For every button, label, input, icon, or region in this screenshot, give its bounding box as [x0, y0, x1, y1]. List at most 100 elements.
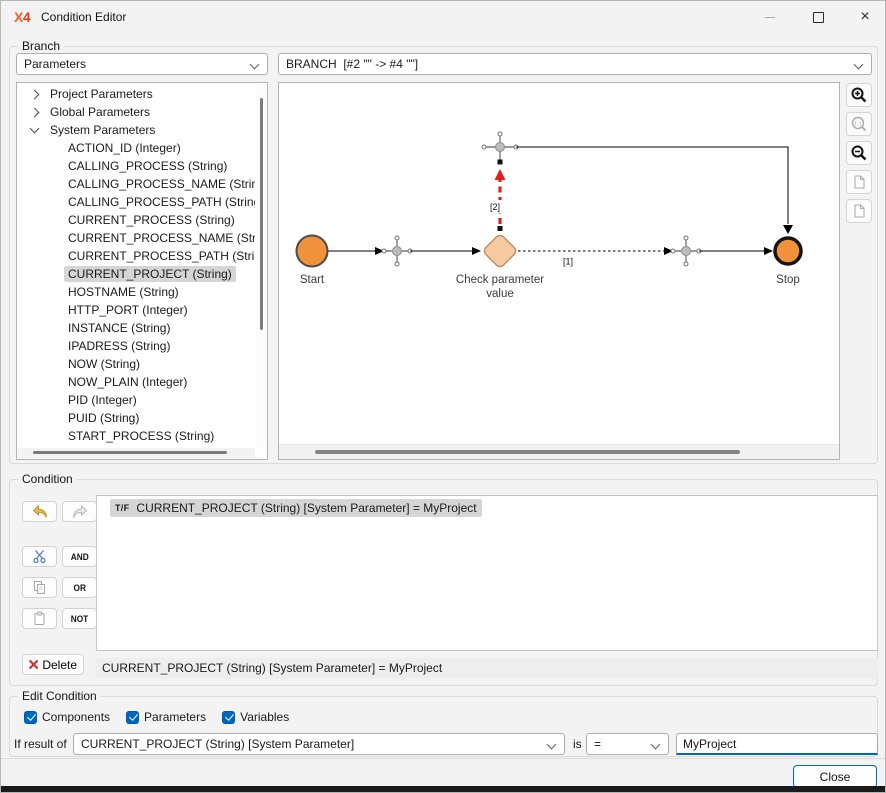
scissors-icon — [32, 549, 47, 564]
tree-item[interactable]: NOW (String) — [19, 355, 255, 373]
tree-item[interactable]: START_PROCESS (String) — [19, 427, 255, 445]
tree-item-label: NOW_PLAIN (Integer) — [64, 374, 191, 390]
edge-handle[interactable] — [498, 226, 503, 231]
chevron-right-icon[interactable] — [30, 89, 40, 99]
tree-item[interactable]: Project Parameters — [19, 85, 255, 103]
tree-item-label: IPADRESS (String) — [64, 338, 174, 354]
magnifier-one-to-one-icon: 1:1 — [850, 115, 868, 133]
start-node[interactable] — [297, 236, 328, 267]
parameter-category-value: Parameters — [24, 57, 86, 71]
and-operator-button[interactable]: AND — [62, 546, 97, 567]
tree-item[interactable]: CURRENT_PROCESS_NAME (String) — [19, 229, 255, 247]
scrollbar-thumb[interactable] — [260, 98, 263, 330]
tree-item[interactable]: CALLING_PROCESS (String) — [19, 157, 255, 175]
components-checkbox[interactable] — [24, 711, 37, 724]
maximize-icon — [813, 12, 824, 23]
tree-item[interactable]: CURRENT_PROCESS (String) — [19, 211, 255, 229]
not-operator-button[interactable]: NOT — [62, 608, 97, 629]
window-bottom-edge — [1, 786, 886, 792]
scrollbar-thumb[interactable] — [33, 451, 227, 454]
edge-handle[interactable] — [498, 160, 503, 165]
decision-node-label-line1: Check parameter — [456, 274, 544, 286]
magnifier-plus-icon — [850, 86, 868, 104]
tree-item[interactable]: ACTION_ID (Integer) — [19, 139, 255, 157]
tree-horizontal-scrollbar[interactable] — [18, 448, 255, 458]
cut-button[interactable] — [22, 546, 57, 567]
condition-text: CURRENT_PROJECT (String) [System Paramet… — [136, 501, 476, 515]
x4-logo-icon: X4 — [14, 9, 30, 25]
condition-row[interactable]: T/FCURRENT_PROJECT (String) [System Para… — [110, 499, 482, 517]
condition-group-label: Condition — [18, 472, 77, 486]
tree-item[interactable]: CALLING_PROCESS_PATH (String) — [19, 193, 255, 211]
variables-checkbox[interactable] — [222, 711, 235, 724]
condition-editor-window: X4 Condition Editor × Branch Parameters … — [0, 0, 886, 793]
variables-checkbox-label: Variables — [240, 710, 289, 724]
tree-item[interactable]: PID (Integer) — [19, 391, 255, 409]
branch-dropdown[interactable]: BRANCH [#2 "" -> #4 ""] — [278, 53, 872, 75]
footer-divider — [1, 758, 886, 759]
comparison-value-input[interactable] — [676, 733, 878, 755]
tree-item[interactable]: System Parameters — [19, 121, 255, 139]
edge-label-1: [1] — [563, 257, 573, 267]
paste-button[interactable] — [22, 608, 57, 629]
tree-item-label: HOSTNAME (String) — [64, 284, 183, 300]
canvas-horizontal-scrollbar[interactable] — [279, 444, 839, 459]
tree-item[interactable]: CURRENT_PROJECT (String) — [19, 265, 255, 283]
tree-item-label: START_PROCESS (String) — [64, 428, 218, 444]
parameters-checkbox[interactable] — [126, 711, 139, 724]
condition-parameter-dropdown[interactable]: CURRENT_PROJECT (String) [System Paramet… — [73, 733, 565, 755]
red-x-icon — [29, 659, 38, 670]
variables-checkbox-group[interactable]: Variables — [222, 710, 289, 724]
parameter-category-dropdown[interactable]: Parameters — [16, 53, 268, 75]
close-dialog-button[interactable]: Close — [793, 765, 877, 788]
tree-item[interactable]: INSTANCE (String) — [19, 319, 255, 337]
is-label: is — [573, 733, 582, 755]
tree-item-label: System Parameters — [46, 122, 159, 138]
delete-condition-button[interactable]: Delete — [22, 654, 84, 675]
chevron-right-icon[interactable] — [30, 107, 40, 117]
minimize-button[interactable] — [756, 7, 784, 27]
process-diagram: [1] — [279, 83, 839, 445]
operator-dropdown[interactable]: = — [586, 733, 669, 755]
tree-item[interactable]: PUID (String) — [19, 409, 255, 427]
redo-arrow-icon — [72, 505, 88, 519]
stop-node-label: Stop — [776, 274, 800, 286]
zoom-actual-size-button[interactable]: 1:1 — [846, 112, 872, 136]
tree-item[interactable]: HTTP_PORT (Integer) — [19, 301, 255, 319]
scrollbar-thumb[interactable] — [315, 450, 740, 454]
or-operator-button[interactable]: OR — [62, 577, 97, 598]
chevron-down-icon — [651, 740, 661, 750]
tree-item-label: CURRENT_PROCESS_NAME (String) — [64, 230, 255, 246]
parameter-tree: Project ParametersGlobal ParametersSyste… — [16, 82, 268, 460]
start-node-label: Start — [300, 274, 325, 286]
magnifier-minus-icon — [850, 144, 868, 162]
fit-page-button[interactable] — [846, 170, 872, 194]
zoom-out-button[interactable] — [846, 141, 872, 165]
close-icon: × — [860, 9, 869, 25]
chevron-down-icon[interactable] — [30, 124, 40, 134]
chevron-down-icon — [250, 60, 260, 70]
tree-item[interactable]: Global Parameters — [19, 103, 255, 121]
if-result-of-label: If result of — [14, 733, 67, 755]
zoom-in-button[interactable] — [846, 83, 872, 107]
tree-item[interactable]: IPADRESS (String) — [19, 337, 255, 355]
minimize-icon — [765, 17, 775, 18]
branch-group-label: Branch — [18, 39, 64, 53]
close-window-button[interactable]: × — [851, 7, 879, 27]
undo-button[interactable] — [22, 501, 57, 522]
tree-vertical-scrollbar[interactable] — [256, 84, 266, 447]
redo-button[interactable] — [62, 501, 97, 522]
tree-item[interactable]: NOW_PLAIN (Integer) — [19, 373, 255, 391]
stop-node[interactable] — [775, 238, 801, 264]
tree-item[interactable]: CALLING_PROCESS_NAME (String) — [19, 175, 255, 193]
copy-button[interactable] — [22, 577, 57, 598]
maximize-button[interactable] — [804, 7, 832, 27]
source-filter-checkboxes: Components Parameters Variables — [24, 710, 289, 724]
tree-item[interactable]: CURRENT_PROCESS_PATH (String) — [19, 247, 255, 265]
components-checkbox-group[interactable]: Components — [24, 710, 110, 724]
fit-width-button[interactable] — [846, 199, 872, 223]
condition-list[interactable]: T/FCURRENT_PROJECT (String) [System Para… — [96, 495, 878, 651]
edit-condition-group: Edit Condition Components Parameters Var… — [9, 696, 878, 757]
tree-item[interactable]: HOSTNAME (String) — [19, 283, 255, 301]
parameters-checkbox-group[interactable]: Parameters — [126, 710, 206, 724]
